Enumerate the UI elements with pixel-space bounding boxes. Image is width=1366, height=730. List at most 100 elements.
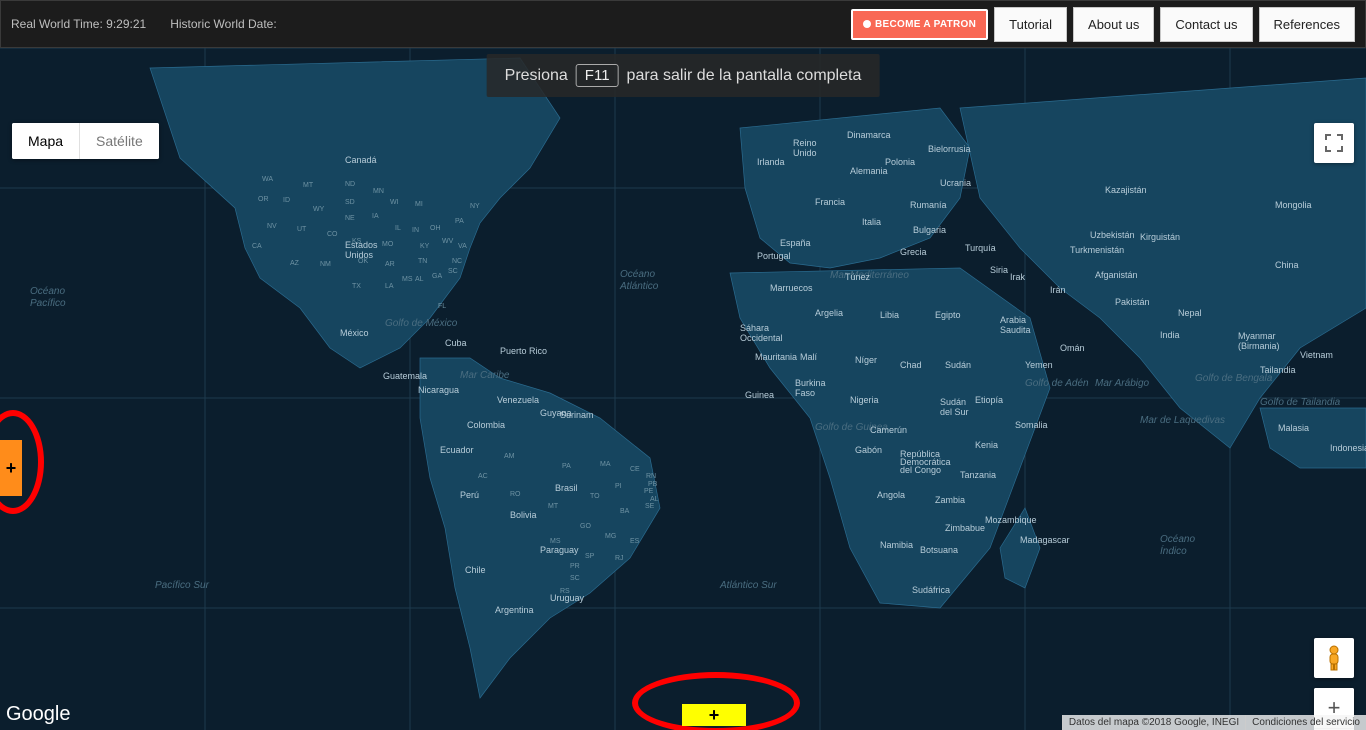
svg-text:Italia: Italia <box>862 217 881 227</box>
svg-text:Malasia: Malasia <box>1278 423 1309 433</box>
svg-text:ND: ND <box>345 181 355 188</box>
svg-text:LA: LA <box>385 283 394 290</box>
svg-text:Paraguay: Paraguay <box>540 545 579 555</box>
hint-post: para salir de la pantalla completa <box>627 67 862 85</box>
svg-text:BA: BA <box>620 508 630 515</box>
svg-text:WI: WI <box>390 199 399 206</box>
real-time: Real World Time: 9:29:21 <box>11 17 146 31</box>
svg-text:ES: ES <box>630 538 640 545</box>
svg-text:PE: PE <box>644 488 654 495</box>
topbar-right: BECOME A PATRON Tutorial About us Contac… <box>851 7 1355 42</box>
svg-text:Zambia: Zambia <box>935 495 965 505</box>
map-type-map[interactable]: Mapa <box>12 123 79 159</box>
svg-text:Siria: Siria <box>990 265 1008 275</box>
svg-text:Mar Caribe: Mar Caribe <box>460 370 510 381</box>
svg-text:Marruecos: Marruecos <box>770 283 813 293</box>
svg-text:NC: NC <box>452 258 462 265</box>
svg-text:Argelia: Argelia <box>815 308 843 318</box>
map-attribution: Datos del mapa ©2018 Google, INEGI Condi… <box>1062 715 1366 730</box>
svg-text:Cuba: Cuba <box>445 338 467 348</box>
nav-about[interactable]: About us <box>1073 7 1154 42</box>
nav-tutorial[interactable]: Tutorial <box>994 7 1067 42</box>
svg-text:Sáhara: Sáhara <box>740 323 769 333</box>
svg-text:OK: OK <box>358 258 368 265</box>
svg-text:NE: NE <box>345 215 355 222</box>
nav-references[interactable]: References <box>1259 7 1355 42</box>
svg-text:Perú: Perú <box>460 490 479 500</box>
svg-text:CA: CA <box>252 243 262 250</box>
svg-text:Madagascar: Madagascar <box>1020 535 1070 545</box>
svg-text:Faso: Faso <box>795 388 815 398</box>
marker-yellow[interactable]: + <box>682 704 746 726</box>
map-type-control: Mapa Satélite <box>12 123 159 159</box>
svg-text:Chad: Chad <box>900 360 922 370</box>
svg-text:IA: IA <box>372 213 379 220</box>
svg-text:Gabón: Gabón <box>855 445 882 455</box>
svg-text:Surinam: Surinam <box>560 410 594 420</box>
real-time-label: Real World Time: <box>11 17 103 31</box>
map-data-attribution: Datos del mapa ©2018 Google, INEGI <box>1062 715 1245 730</box>
world-map-svg: OcéanoPacíficoOcéanoAtlánticoPacífico Su… <box>0 48 1366 730</box>
svg-text:MS: MS <box>550 538 561 545</box>
landmasses <box>150 58 1366 698</box>
svg-text:Vietnam: Vietnam <box>1300 350 1333 360</box>
svg-text:China: China <box>1275 260 1299 270</box>
nav-contact[interactable]: Contact us <box>1160 7 1252 42</box>
top-bar: Real World Time: 9:29:21 Historic World … <box>0 0 1366 48</box>
svg-text:Uzbekistán: Uzbekistán <box>1090 230 1135 240</box>
map-canvas[interactable]: OcéanoPacíficoOcéanoAtlánticoPacífico Su… <box>0 48 1366 730</box>
svg-text:PI: PI <box>615 483 622 490</box>
fullscreen-button[interactable] <box>1314 123 1354 163</box>
svg-text:Argentina: Argentina <box>495 605 534 615</box>
streetview-pegman[interactable] <box>1314 638 1354 678</box>
svg-text:UT: UT <box>297 226 307 233</box>
svg-text:Egipto: Egipto <box>935 310 961 320</box>
svg-text:AM: AM <box>504 453 515 460</box>
svg-text:Pacífico Sur: Pacífico Sur <box>155 580 210 591</box>
svg-text:TN: TN <box>418 258 427 265</box>
svg-text:RN: RN <box>646 473 656 480</box>
svg-text:TX: TX <box>352 283 361 290</box>
svg-text:IL: IL <box>395 225 401 232</box>
svg-text:Sudán: Sudán <box>945 360 971 370</box>
svg-text:RS: RS <box>560 588 570 595</box>
svg-text:Afganistán: Afganistán <box>1095 270 1138 280</box>
svg-text:Mar Arábigo: Mar Arábigo <box>1095 378 1150 389</box>
svg-text:PR: PR <box>570 563 580 570</box>
svg-text:PA: PA <box>455 218 464 225</box>
svg-text:Turkmenistán: Turkmenistán <box>1070 245 1124 255</box>
svg-text:Portugal: Portugal <box>757 251 791 261</box>
svg-text:Océano: Océano <box>30 286 65 297</box>
svg-text:Indonesia: Indonesia <box>1330 443 1366 453</box>
svg-text:India: India <box>1160 330 1180 340</box>
svg-text:CO: CO <box>327 231 338 238</box>
svg-text:Mozambique: Mozambique <box>985 515 1037 525</box>
map-type-satellite[interactable]: Satélite <box>80 123 159 159</box>
svg-text:España: España <box>780 238 811 248</box>
svg-text:AC: AC <box>478 473 488 480</box>
svg-text:FL: FL <box>438 303 446 310</box>
svg-text:MI: MI <box>415 201 423 208</box>
svg-text:Grecia: Grecia <box>900 247 927 257</box>
svg-text:GO: GO <box>580 523 591 530</box>
marker-orange[interactable]: + <box>0 440 22 496</box>
become-patron-button[interactable]: BECOME A PATRON <box>851 9 988 40</box>
svg-text:Guinea: Guinea <box>745 390 774 400</box>
svg-text:MG: MG <box>605 533 616 540</box>
svg-text:KS: KS <box>352 238 362 245</box>
svg-text:Namibia: Namibia <box>880 540 913 550</box>
svg-text:SC: SC <box>570 575 580 582</box>
terms-link[interactable]: Condiciones del servicio <box>1245 715 1366 730</box>
svg-text:Dinamarca: Dinamarca <box>847 130 891 140</box>
svg-text:Yemen: Yemen <box>1025 360 1053 370</box>
svg-text:Venezuela: Venezuela <box>497 395 539 405</box>
svg-text:Bolivia: Bolivia <box>510 510 537 520</box>
svg-text:Turquía: Turquía <box>965 243 996 253</box>
svg-text:IN: IN <box>412 227 419 234</box>
svg-text:Zimbabue: Zimbabue <box>945 523 985 533</box>
svg-text:Alemania: Alemania <box>850 166 888 176</box>
svg-text:Somalia: Somalia <box>1015 420 1048 430</box>
svg-text:Botsuana: Botsuana <box>920 545 958 555</box>
hint-pre: Presiona <box>505 67 568 85</box>
svg-text:RO: RO <box>510 491 521 498</box>
